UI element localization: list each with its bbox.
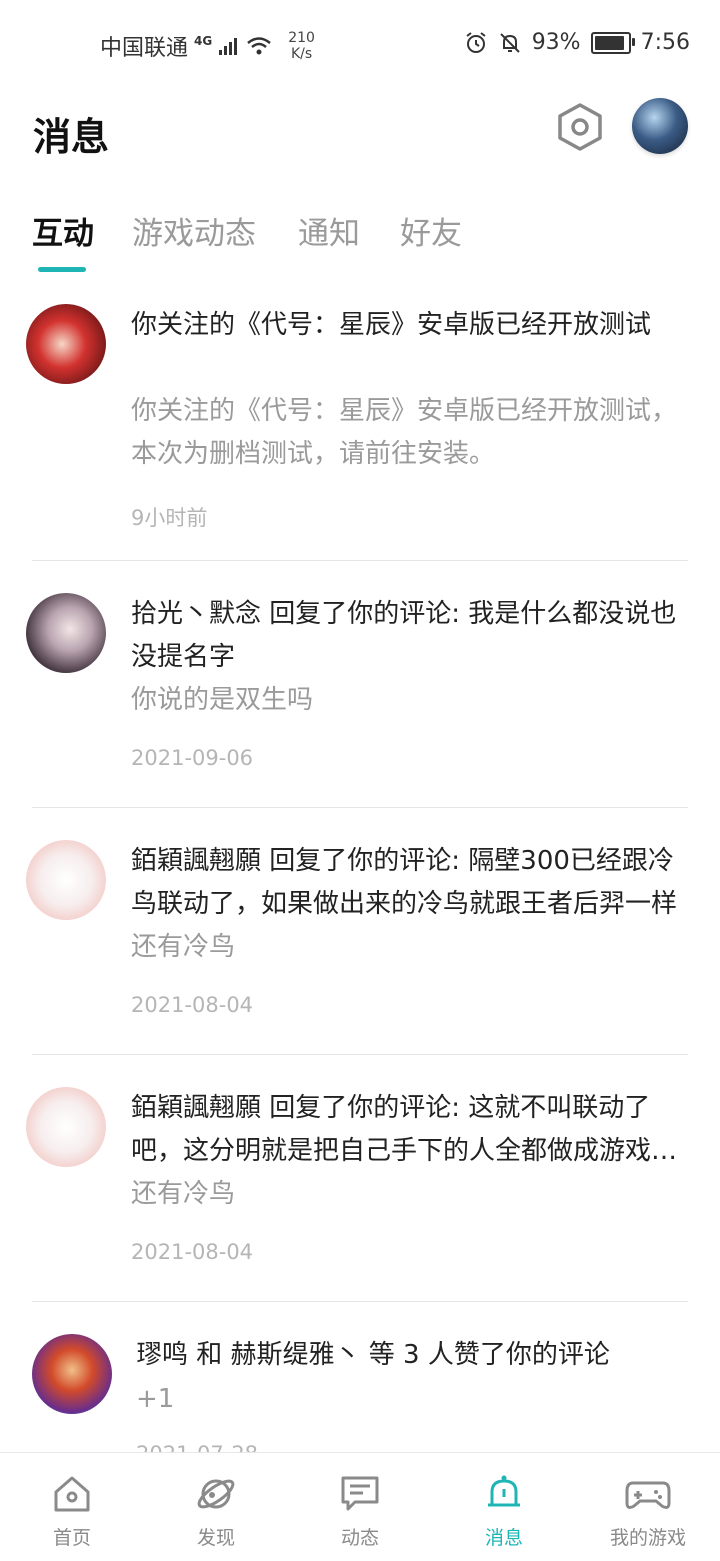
user-avatar[interactable] [632, 98, 688, 154]
message-time: 2021-09-06 [131, 746, 254, 770]
status-right: 93% 7:56 [464, 30, 690, 55]
cell-signal-icon [219, 38, 238, 55]
message-body: 还有冷鸟 [131, 1179, 236, 1209]
nav-my-games[interactable]: 我的游戏 [576, 1453, 720, 1561]
clock: 7:56 [640, 30, 690, 55]
status-bar: 中国联通 4G 210 K/s 93% 7:56 [0, 0, 720, 88]
tab-friends[interactable]: 好友 [400, 208, 462, 253]
avatar[interactable] [26, 593, 106, 673]
tab-notifications[interactable]: 通知 [298, 208, 360, 253]
message-time: 9小时前 [131, 506, 208, 530]
nav-home[interactable]: 首页 [0, 1453, 144, 1561]
message-body: 还有冷鸟 [131, 932, 236, 962]
status-left: 中国联通 4G 210 K/s [100, 30, 315, 62]
avatar[interactable] [26, 304, 106, 384]
tab-game-news[interactable]: 游戏动态 [132, 208, 256, 253]
network-type: 4G [194, 34, 213, 48]
active-tab-indicator [38, 267, 86, 272]
nav-discover-label: 发现 [196, 1527, 235, 1549]
divider [32, 560, 688, 561]
home-icon [54, 1476, 90, 1512]
nav-feed-label: 动态 [340, 1527, 379, 1549]
message-time: 2021-08-04 [131, 993, 254, 1017]
nav-home-label: 首页 [52, 1527, 91, 1549]
message-tabs: 互动 游戏动态 通知 好友 [0, 200, 720, 280]
nav-messages-label: 消息 [484, 1527, 523, 1549]
carrier-label: 中国联通 [100, 36, 189, 61]
planet-icon [197, 1479, 235, 1509]
bell-icon [488, 1475, 520, 1507]
message-body: 你关注的《代号：星辰》安卓版已经开放测试，本次为删档测试，请前往安装。 [131, 396, 678, 469]
network-speed: 210 K/s [288, 30, 315, 62]
message-title: 銆穎諷翹願 回复了你的评论: 隔壁300已经跟冷鸟联动了，如果做出来的冷鸟就跟王… [131, 846, 678, 919]
chat-bubble-icon [341, 1476, 379, 1511]
gamepad-icon [625, 1481, 671, 1509]
page-header: 消息 [0, 88, 720, 178]
message-title: 你关注的《代号：星辰》安卓版已经开放测试 [131, 310, 652, 340]
divider [32, 1054, 688, 1055]
alarm-icon [466, 31, 486, 53]
page-title: 消息 [33, 115, 110, 159]
divider [32, 1301, 688, 1302]
divider [32, 807, 688, 808]
nav-messages[interactable]: 消息 [432, 1453, 576, 1561]
wifi-icon [247, 37, 272, 55]
message-title: 璆鸣 和 赫斯缇雅丶 等 3 人赞了你的评论 [136, 1340, 610, 1370]
avatar[interactable] [32, 1334, 112, 1414]
message-title: 銆穎諷翹願 回复了你的评论: 这就不叫联动了吧，这分明就是把自己手下的人全都做成… [131, 1093, 678, 1166]
message-title: 拾光丶默念 回复了你的评论: 我是什么都没说也没提名字 [131, 599, 677, 672]
tab-interaction[interactable]: 互动 [32, 208, 94, 253]
message-body: +1 [136, 1384, 175, 1414]
nav-feed[interactable]: 动态 [288, 1453, 432, 1561]
settings-hex-icon[interactable] [556, 102, 604, 152]
nav-discover[interactable]: 发现 [144, 1453, 288, 1561]
bottom-nav: 首页 发现 动态 消息 我的游戏 [0, 1452, 720, 1561]
mute-bell-icon [499, 32, 520, 53]
message-body: 你说的是双生吗 [131, 685, 314, 715]
avatar[interactable] [26, 840, 106, 920]
avatar[interactable] [26, 1087, 106, 1167]
battery-icon [590, 31, 635, 54]
battery-percent: 93% [531, 30, 581, 55]
speed-unit: K/s [290, 46, 313, 62]
message-time: 2021-08-04 [131, 1240, 254, 1264]
nav-my-games-label: 我的游戏 [609, 1527, 686, 1549]
speed-value: 210 [288, 30, 315, 46]
